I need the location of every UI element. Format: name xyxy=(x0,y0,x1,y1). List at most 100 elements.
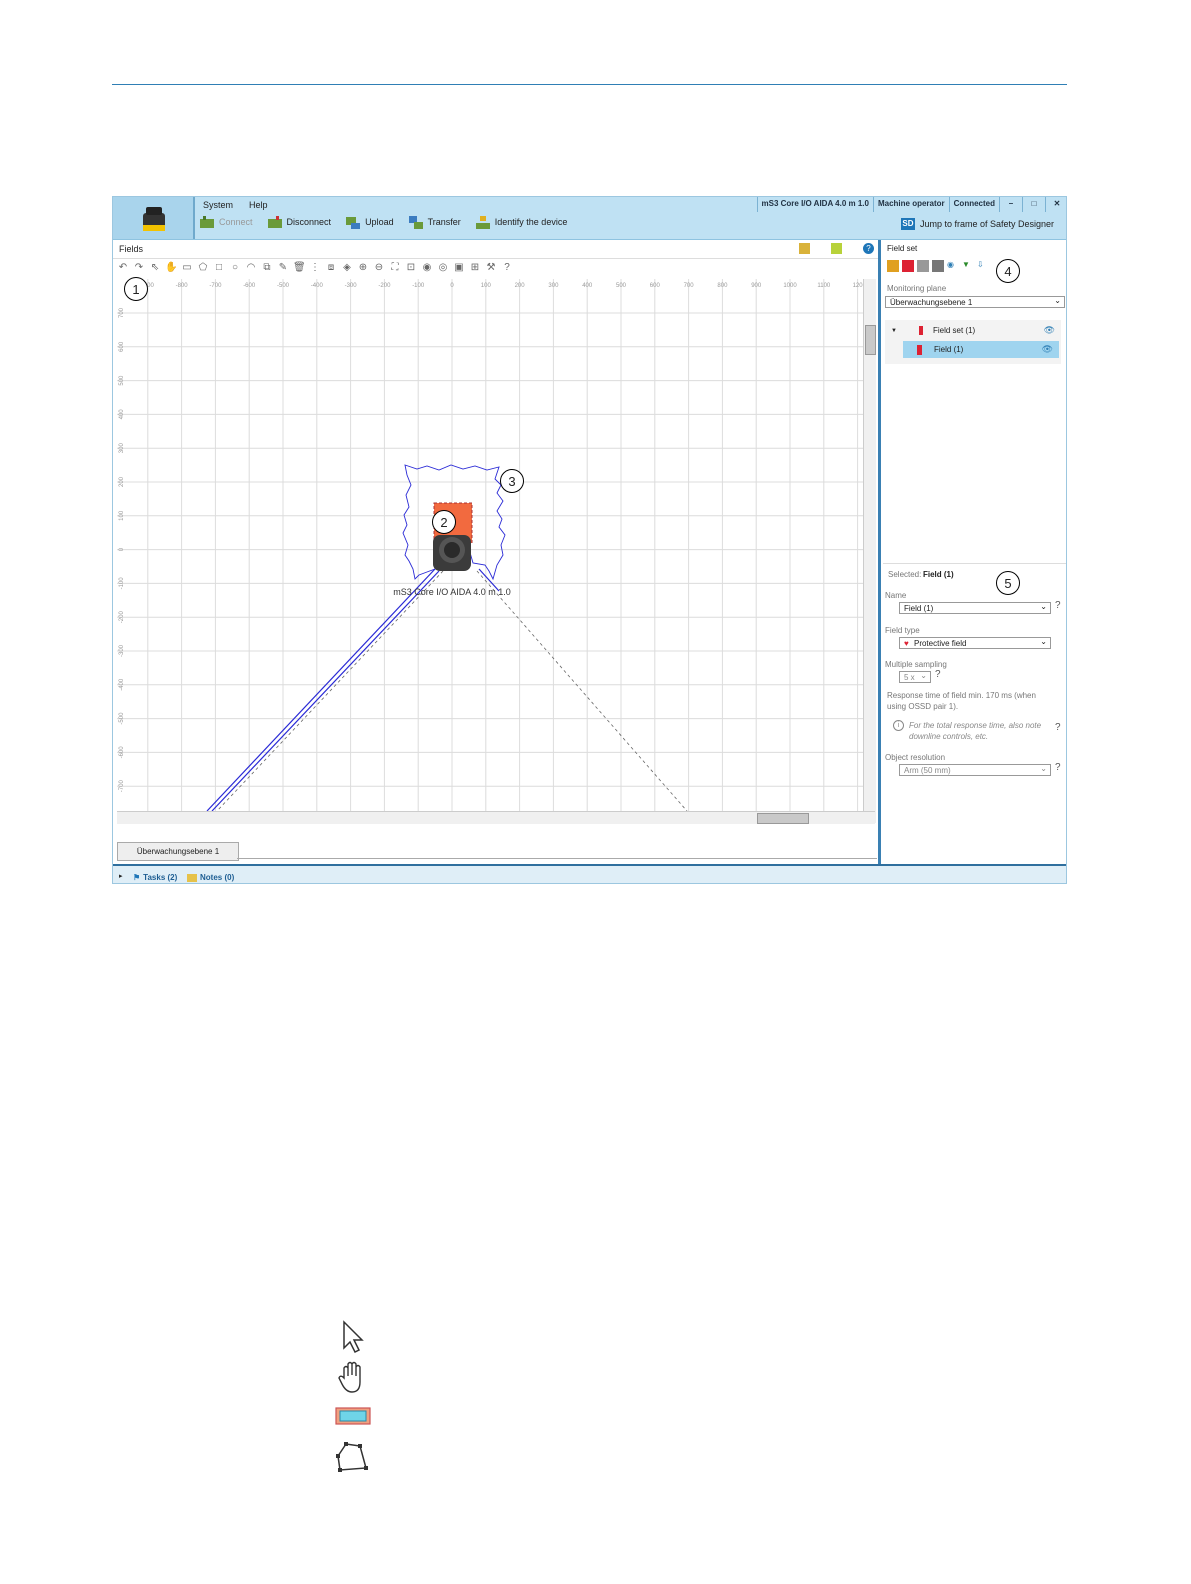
field-boundary-line-left xyxy=(206,568,436,811)
select-arrow-icon xyxy=(343,1320,364,1354)
background-image-icon[interactable]: ▣ xyxy=(453,262,465,274)
callout-1: 1 xyxy=(124,277,148,301)
name-help-icon[interactable]: ? xyxy=(1055,600,1061,611)
connect-icon xyxy=(200,216,214,228)
x-tick-label: -700 xyxy=(209,283,222,289)
zoom-area-icon[interactable]: ⊡ xyxy=(405,262,417,274)
x-tick-label: 1100 xyxy=(817,283,831,289)
rectangle-field-icon[interactable]: ▭ xyxy=(181,262,193,274)
callout-2: 2 xyxy=(432,510,456,534)
x-tick-label: 200 xyxy=(515,283,526,289)
import-icon[interactable] xyxy=(831,243,842,254)
identify-device-button[interactable]: Identify the device xyxy=(475,215,567,229)
delete-icon[interactable]: 🗑 xyxy=(293,262,306,274)
settings-wrench-icon[interactable]: ⚒ xyxy=(485,262,497,274)
jump-to-frame-button[interactable]: SD Jump to frame of Safety Designer xyxy=(900,218,1054,230)
grid-icon[interactable]: ⋮ xyxy=(309,262,321,274)
copy-shape-icon[interactable]: ⧉ xyxy=(261,262,273,274)
expand-arrow-icon[interactable]: ▸ xyxy=(119,872,123,880)
menu-system[interactable]: System xyxy=(203,200,233,210)
zoom-out-icon[interactable]: ⊖ xyxy=(373,262,385,274)
add-field-icon[interactable] xyxy=(902,260,914,272)
horizontal-scroll-thumb[interactable] xyxy=(757,813,809,824)
resolution-help-icon[interactable]: ? xyxy=(1055,762,1061,773)
rectangle-icon[interactable]: □ xyxy=(213,262,225,274)
connect-label: Connect xyxy=(219,217,253,227)
name-input[interactable]: Field (1) xyxy=(899,601,1051,614)
export-icon[interactable] xyxy=(799,243,810,254)
canvas-svg[interactable]: -900-800-700-600-500-400-300-200-1000100… xyxy=(117,279,863,811)
vertical-scroll-thumb[interactable] xyxy=(865,325,876,355)
tasks-button[interactable]: ⚑ Tasks (2) xyxy=(133,873,177,882)
monitoring-plane-select[interactable]: Überwachungsebene 1 xyxy=(885,295,1065,308)
vertical-scrollbar[interactable] xyxy=(863,279,876,823)
field-view-icon[interactable]: ◉ xyxy=(421,262,433,274)
eye-icon[interactable]: 👁 xyxy=(1042,344,1053,355)
polygon-icon[interactable]: ⬠ xyxy=(197,262,209,274)
align-icon[interactable]: ⊞ xyxy=(469,262,481,274)
tree-item-field[interactable]: Field (1) 👁 xyxy=(903,341,1059,358)
upload-button[interactable]: Upload xyxy=(345,215,394,229)
sampling-help-icon[interactable]: ? xyxy=(935,669,941,680)
transfer-button[interactable]: Transfer xyxy=(408,215,461,229)
scanner-device-icon[interactable] xyxy=(433,535,471,571)
field-set-toolbar: ◉ ▼ ⇩ xyxy=(887,260,989,272)
connect-button[interactable]: Connect xyxy=(199,215,253,229)
layers-icon[interactable]: ⧈ xyxy=(325,262,337,274)
undo-icon[interactable]: ↶ xyxy=(117,262,129,274)
delete-field-icon[interactable] xyxy=(932,260,944,272)
horizontal-scrollbar[interactable] xyxy=(117,811,875,824)
import-field-icon[interactable]: ⇩ xyxy=(977,260,989,272)
eye-icon[interactable]: 👁 xyxy=(1044,325,1055,336)
help-icon[interactable]: ? xyxy=(863,243,874,254)
y-tick-label: 500 xyxy=(119,375,125,386)
field-filter-icon[interactable]: ▼ xyxy=(962,260,974,272)
zoom-in-icon[interactable]: ⊕ xyxy=(357,262,369,274)
expand-arrow-icon[interactable]: ▼ xyxy=(891,328,897,334)
fill-icon[interactable]: ◈ xyxy=(341,262,353,274)
field-editor-canvas[interactable]: -900-800-700-600-500-400-300-200-1000100… xyxy=(117,279,875,811)
user-level[interactable]: Machine operator xyxy=(872,197,949,212)
response-time-text: Response time of field min. 170 ms (when… xyxy=(887,691,1036,711)
note-help-icon[interactable]: ? xyxy=(1055,722,1061,733)
contour-view-icon[interactable]: ◎ xyxy=(437,262,449,274)
polygon-icon xyxy=(336,1442,368,1472)
fields-title: Fields xyxy=(119,244,144,254)
tree-item-field-set[interactable]: ▼ Field set (1) 👁 xyxy=(885,322,1061,339)
select-arrow-icon[interactable]: ⇖ xyxy=(149,262,161,274)
field-type-select[interactable]: ♥ Protective field xyxy=(899,636,1051,649)
x-tick-label: -300 xyxy=(345,283,358,289)
monitoring-plane-tab[interactable]: Überwachungsebene 1 xyxy=(117,842,239,861)
object-resolution-select[interactable]: Arm (50 mm) xyxy=(899,763,1051,776)
circle-segment-icon[interactable]: ◠ xyxy=(245,262,257,274)
close-icon[interactable]: ✕ xyxy=(1045,197,1066,212)
menu-help[interactable]: Help xyxy=(249,200,268,210)
redo-icon[interactable]: ↷ xyxy=(133,262,145,274)
add-field-set-icon[interactable] xyxy=(887,260,899,272)
dashed-scan-line-right xyxy=(476,570,688,811)
disconnect-button[interactable]: Disconnect xyxy=(267,215,331,229)
minimize-icon[interactable]: – xyxy=(999,197,1022,212)
circle-icon[interactable]: ○ xyxy=(229,262,241,274)
hand-pan-icon xyxy=(338,1361,361,1393)
edit-points-icon[interactable]: ✎ xyxy=(277,262,289,274)
disconnect-icon xyxy=(267,216,282,228)
page-top-rule xyxy=(112,84,1067,85)
copy-icon[interactable] xyxy=(917,260,929,272)
view-eye-icon[interactable]: ◉ xyxy=(947,260,959,272)
zoom-fit-icon[interactable]: ⛶ xyxy=(389,262,401,274)
notes-button[interactable]: Notes (0) xyxy=(187,873,234,882)
status-strip: mS3 Core I/O AIDA 4.0 m 1.0 Machine oper… xyxy=(756,197,1066,212)
x-tick-label: -200 xyxy=(378,283,391,289)
multiple-sampling-select[interactable]: 5 x xyxy=(899,670,931,683)
hand-pan-icon[interactable]: ✋ xyxy=(165,262,177,274)
field-set-icon xyxy=(918,326,923,335)
notes-label: Notes (0) xyxy=(200,873,235,882)
selected-value: Field (1) xyxy=(923,570,954,579)
x-tick-label: 500 xyxy=(616,283,627,289)
panel-splitter[interactable] xyxy=(878,240,881,865)
maximize-icon[interactable]: □ xyxy=(1022,197,1045,212)
bottom-status-bar: ▸ ⚑ Tasks (2) Notes (0) xyxy=(113,864,1066,883)
x-tick-label: -400 xyxy=(311,283,324,289)
help-question-icon[interactable]: ? xyxy=(501,262,513,274)
